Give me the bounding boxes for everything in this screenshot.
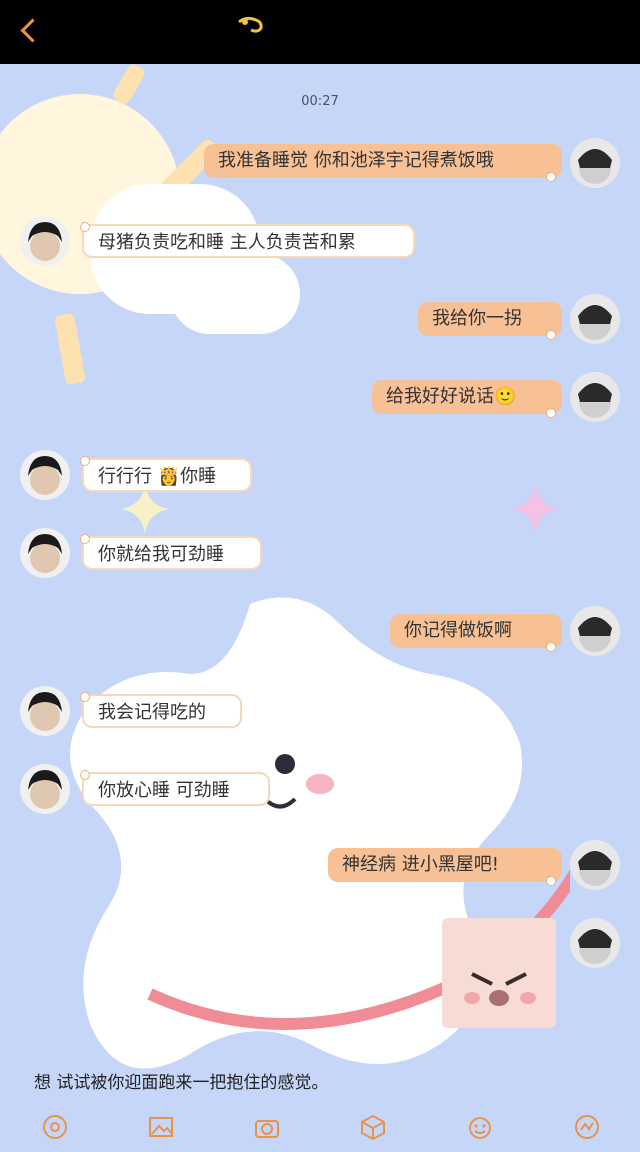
my-avatar[interactable]	[570, 294, 620, 344]
message-text: 你就给我可劲睡	[98, 544, 224, 565]
message-bubble[interactable]: 我给你一拐	[418, 302, 562, 340]
message-text: 行行行 👸你睡	[98, 466, 217, 487]
my-avatar[interactable]	[570, 840, 620, 890]
more-icon[interactable]	[574, 1114, 600, 1140]
message-bubble[interactable]: 我准备睡觉 你和池泽宇记得煮饭哦	[204, 144, 562, 182]
message-text: 母猪负责吃和睡 主人负责苦和累	[98, 232, 356, 253]
message-bubble[interactable]: 你放心睡 可劲睡	[80, 770, 270, 806]
friend-avatar[interactable]	[20, 686, 70, 736]
message-bubble[interactable]: 神经病 进小黑屋吧!	[328, 848, 562, 886]
friend-avatar[interactable]	[20, 450, 70, 500]
friend-avatar[interactable]	[20, 764, 70, 814]
message-text: 神经病 进小黑屋吧!	[342, 854, 499, 875]
message-text: 你记得做饭啊	[404, 620, 512, 641]
message-timestamp: 00:27	[301, 94, 339, 109]
my-avatar[interactable]	[570, 918, 620, 968]
voice-icon[interactable]	[42, 1114, 68, 1140]
image-icon[interactable]	[148, 1114, 174, 1140]
message-text: 我会记得吃的	[98, 702, 206, 723]
emoji-icon[interactable]	[467, 1114, 493, 1140]
chat-toolbar	[0, 1106, 640, 1146]
message-bubble[interactable]: 我会记得吃的	[80, 692, 242, 728]
message-text: 我准备睡觉 你和池泽宇记得煮饭哦	[218, 150, 494, 171]
angry-cat-sticker[interactable]	[442, 918, 556, 1028]
friend-avatar[interactable]	[20, 216, 70, 266]
signature-text: 想 试试被你迎面跑来一把抱住的感觉。	[34, 1073, 329, 1093]
title-doodle-icon	[238, 16, 263, 33]
message-bubble[interactable]: 行行行 👸你睡	[80, 456, 252, 492]
message-bubble[interactable]: 给我好好说话🙂	[372, 380, 562, 418]
sparkle-icon	[510, 484, 560, 534]
friend-avatar[interactable]	[20, 528, 70, 578]
cloud-illustration	[170, 254, 300, 334]
gift-icon[interactable]	[360, 1114, 386, 1140]
message-bubble[interactable]: 你就给我可劲睡	[80, 534, 262, 570]
my-avatar[interactable]	[570, 372, 620, 422]
my-avatar[interactable]	[570, 606, 620, 656]
message-bubble[interactable]: 母猪负责吃和睡 主人负责苦和累	[80, 222, 415, 258]
camera-icon[interactable]	[254, 1114, 280, 1140]
my-avatar[interactable]	[570, 138, 620, 188]
message-text: 我给你一拐	[432, 308, 522, 329]
message-bubble[interactable]: 你记得做饭啊	[390, 614, 562, 652]
message-text: 给我好好说话🙂	[386, 386, 517, 407]
message-text: 你放心睡 可劲睡	[98, 780, 230, 801]
back-chevron-icon[interactable]	[16, 16, 44, 48]
sun-ray	[54, 312, 86, 386]
top-bar	[0, 0, 640, 64]
